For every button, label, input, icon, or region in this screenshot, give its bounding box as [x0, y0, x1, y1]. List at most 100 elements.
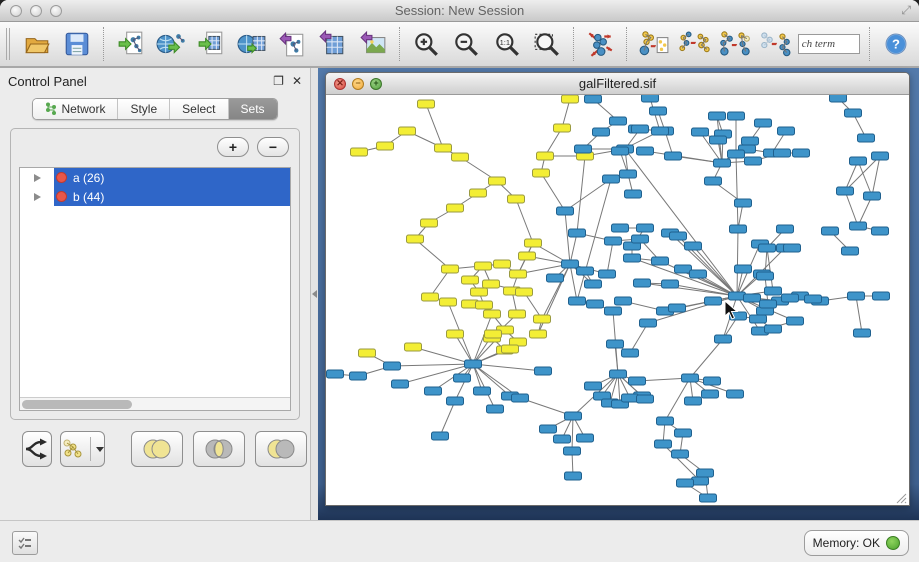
graph-node-blue[interactable]	[665, 152, 682, 160]
graph-node-yellow[interactable]	[405, 343, 422, 351]
graph-node-yellow[interactable]	[422, 293, 439, 301]
graph-node-blue[interactable]	[692, 128, 709, 136]
graph-node-yellow[interactable]	[462, 276, 479, 284]
graph-node-yellow[interactable]	[442, 265, 459, 273]
graph-node-blue[interactable]	[759, 244, 776, 252]
export-network-button[interactable]	[275, 25, 309, 63]
graph-node-blue[interactable]	[662, 280, 679, 288]
resize-grip-icon[interactable]	[893, 490, 907, 504]
graph-node-blue[interactable]	[765, 325, 782, 333]
set-row-a[interactable]: a (26)	[20, 168, 290, 187]
graph-node-blue[interactable]	[625, 190, 642, 198]
graph-node-blue[interactable]	[350, 372, 367, 380]
graph-node-blue[interactable]	[873, 292, 890, 300]
graph-node-blue[interactable]	[805, 295, 822, 303]
import-network-file-button[interactable]	[113, 25, 147, 63]
graph-node-blue[interactable]	[709, 112, 726, 120]
union-sets-button[interactable]	[131, 431, 183, 467]
graph-node-blue[interactable]	[577, 434, 594, 442]
graph-edge[interactable]	[736, 154, 738, 229]
tab-style[interactable]: Style	[118, 99, 170, 119]
graph-edge[interactable]	[541, 173, 565, 211]
graph-node-blue[interactable]	[607, 340, 624, 348]
graph-node-blue[interactable]	[822, 227, 839, 235]
zoom-fit-selected-button[interactable]	[530, 25, 564, 63]
tab-sets[interactable]: Sets	[229, 99, 277, 119]
export-image-button[interactable]	[355, 25, 389, 63]
apply-layout-button[interactable]	[583, 25, 617, 63]
graph-node-blue[interactable]	[670, 232, 687, 240]
graph-node-blue[interactable]	[547, 274, 564, 282]
graph-node-blue[interactable]	[615, 297, 632, 305]
graph-node-blue[interactable]	[474, 387, 491, 395]
graph-node-blue[interactable]	[742, 137, 759, 145]
graph-node-yellow[interactable]	[470, 189, 487, 197]
graph-node-blue[interactable]	[569, 297, 586, 305]
graph-node-yellow[interactable]	[452, 153, 469, 161]
graph-node-blue[interactable]	[702, 390, 719, 398]
collapse-panel-icon[interactable]	[312, 290, 317, 298]
zoom-out-button[interactable]	[449, 25, 483, 63]
graph-node-yellow[interactable]	[447, 204, 464, 212]
graph-node-blue[interactable]	[612, 224, 629, 232]
graph-node-blue[interactable]	[777, 225, 794, 233]
select-hide-unselected-button[interactable]	[757, 25, 791, 63]
graph-node-yellow[interactable]	[525, 239, 542, 247]
graph-node-blue[interactable]	[755, 119, 772, 127]
difference-sets-button[interactable]	[255, 431, 307, 467]
graph-node-blue[interactable]	[872, 227, 889, 235]
graph-node-blue[interactable]	[685, 397, 702, 405]
graph-node-blue[interactable]	[454, 374, 471, 382]
graph-node-blue[interactable]	[465, 360, 482, 368]
scrollbar-thumb[interactable]	[22, 400, 132, 409]
graph-node-blue[interactable]	[735, 199, 752, 207]
graph-node-blue[interactable]	[854, 329, 871, 337]
import-table-web-button[interactable]	[234, 25, 268, 63]
select-all-nodes-button[interactable]	[717, 25, 751, 63]
graph-node-blue[interactable]	[705, 177, 722, 185]
graph-node-blue[interactable]	[640, 319, 657, 327]
graph-node-yellow[interactable]	[484, 310, 501, 318]
graph-node-blue[interactable]	[447, 397, 464, 405]
import-table-file-button[interactable]	[194, 25, 228, 63]
graph-node-blue[interactable]	[637, 147, 654, 155]
graph-node-blue[interactable]	[610, 370, 627, 378]
graph-node-yellow[interactable]	[502, 345, 519, 353]
graph-node-blue[interactable]	[554, 435, 571, 443]
help-button[interactable]: ?	[879, 25, 913, 63]
graph-node-yellow[interactable]	[471, 288, 488, 296]
graph-node-blue[interactable]	[564, 447, 581, 455]
graph-node-blue[interactable]	[650, 107, 667, 115]
graph-node-blue[interactable]	[624, 254, 641, 262]
open-file-button[interactable]	[20, 25, 54, 63]
graph-node-blue[interactable]	[730, 225, 747, 233]
graph-node-blue[interactable]	[657, 417, 674, 425]
import-network-web-button[interactable]	[154, 25, 188, 63]
graph-node-blue[interactable]	[620, 170, 637, 178]
graph-node-blue[interactable]	[728, 150, 745, 158]
graph-edge[interactable]	[565, 179, 611, 211]
graph-node-blue[interactable]	[622, 394, 639, 402]
graph-node-blue[interactable]	[642, 95, 659, 102]
graph-node-blue[interactable]	[675, 429, 692, 437]
graph-node-blue[interactable]	[599, 270, 616, 278]
network-view-window[interactable]: ✕ − + galFiltered.sif	[325, 72, 910, 506]
create-set-from-network-button[interactable]	[60, 431, 105, 467]
graph-node-blue[interactable]	[384, 362, 401, 370]
graph-node-yellow[interactable]	[508, 195, 525, 203]
graph-node-yellow[interactable]	[562, 95, 579, 103]
graph-edge[interactable]	[392, 364, 473, 366]
graph-node-blue[interactable]	[593, 128, 610, 136]
graph-node-blue[interactable]	[745, 157, 762, 165]
graph-node-blue[interactable]	[837, 187, 854, 195]
graph-node-blue[interactable]	[675, 265, 692, 273]
graph-node-blue[interactable]	[577, 267, 594, 275]
graph-node-blue[interactable]	[632, 235, 649, 243]
horizontal-scrollbar[interactable]	[20, 397, 290, 410]
close-network-button[interactable]: ✕	[334, 78, 346, 90]
graph-node-blue[interactable]	[692, 477, 709, 485]
network-canvas[interactable]	[326, 95, 909, 506]
graph-edge[interactable]	[872, 156, 880, 196]
graph-node-blue[interactable]	[610, 117, 627, 125]
graph-node-yellow[interactable]	[519, 252, 536, 260]
